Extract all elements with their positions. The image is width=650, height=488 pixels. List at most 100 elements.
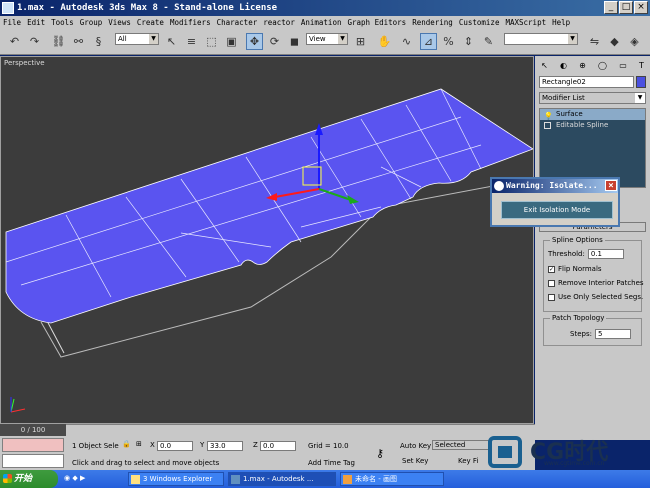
taskbar: 开始 ◉ ◆ ▶ 3 Windows Explorer 1.max - Auto… bbox=[0, 470, 650, 488]
menu-group[interactable]: Group bbox=[80, 18, 103, 27]
time-slider[interactable]: 0 / 100 bbox=[0, 424, 66, 436]
task-windows-explorer[interactable]: 3 Windows Explorer bbox=[128, 472, 224, 486]
title-bar: 1.max - Autodesk 3ds Max 8 - Stand-alone… bbox=[0, 0, 650, 16]
task-3dsmax[interactable]: 1.max - Autodesk ... bbox=[228, 472, 336, 486]
mirror-icon[interactable]: ⇋ bbox=[586, 33, 603, 50]
spinner-snap-icon[interactable]: ⇕ bbox=[460, 33, 477, 50]
menu-edit[interactable]: Edit bbox=[27, 18, 45, 27]
x-coordinate-field[interactable]: 0.0 bbox=[157, 441, 193, 451]
z-coordinate-field[interactable]: 0.0 bbox=[260, 441, 296, 451]
lightbulb-icon: 💡 bbox=[544, 112, 553, 120]
folder-icon bbox=[131, 475, 140, 484]
create-tab-icon[interactable]: ↖ bbox=[541, 61, 548, 70]
stack-item-editable-spline[interactable]: Editable Spline bbox=[540, 120, 645, 131]
menu-file[interactable]: File bbox=[3, 18, 21, 27]
layer-manager-icon[interactable]: ◈ bbox=[626, 33, 643, 50]
window-crossing-icon[interactable]: ▣ bbox=[223, 33, 240, 50]
close-button[interactable]: × bbox=[634, 1, 648, 14]
named-selection-icon[interactable]: ✎ bbox=[480, 33, 497, 50]
viewport-canvas bbox=[5, 88, 533, 413]
select-object-icon[interactable]: ↖ bbox=[163, 33, 180, 50]
menu-tools[interactable]: Tools bbox=[51, 18, 74, 27]
y-label: Y bbox=[200, 441, 205, 449]
add-time-tag-button[interactable]: Add Time Tag bbox=[308, 459, 355, 467]
select-link-icon[interactable]: ⛓ bbox=[50, 33, 67, 50]
app-icon bbox=[494, 181, 504, 191]
perspective-viewport[interactable]: Perspective bbox=[0, 56, 534, 424]
maximize-button[interactable]: □ bbox=[619, 1, 633, 14]
viewport-label[interactable]: Perspective bbox=[4, 59, 45, 67]
lock-icon[interactable]: 🔒 bbox=[122, 440, 131, 448]
menu-create[interactable]: Create bbox=[137, 18, 164, 27]
display-tab-icon[interactable]: ▭ bbox=[619, 61, 627, 70]
remove-interior-checkbox[interactable] bbox=[548, 279, 555, 287]
window-title: 1.max - Autodesk 3ds Max 8 - Stand-alone… bbox=[17, 3, 278, 13]
undo-icon[interactable]: ↶ bbox=[6, 33, 23, 50]
menu-rendering[interactable]: Rendering bbox=[412, 18, 453, 27]
minimize-button[interactable]: _ bbox=[604, 1, 618, 14]
menu-help[interactable]: Help bbox=[552, 18, 570, 27]
menu-modifiers[interactable]: Modifiers bbox=[170, 18, 211, 27]
move-icon[interactable]: ✥ bbox=[246, 33, 263, 50]
modifier-stack[interactable]: 💡 Surface Editable Spline bbox=[539, 108, 646, 188]
absolute-mode-icon[interactable]: ⊞ bbox=[136, 440, 142, 448]
motion-tab-icon[interactable]: ◯ bbox=[598, 61, 607, 70]
maxscript-listener-pink[interactable] bbox=[2, 438, 64, 452]
object-color-swatch[interactable] bbox=[636, 76, 646, 88]
snap-toggle-icon[interactable]: ∿ bbox=[398, 33, 415, 50]
menu-views[interactable]: Views bbox=[108, 18, 131, 27]
reference-coordinate-dropdown[interactable]: View ▼ bbox=[306, 33, 348, 45]
named-selection-sets-dropdown[interactable]: ▼ bbox=[504, 33, 578, 45]
app-icon bbox=[2, 2, 14, 14]
utilities-tab-icon[interactable]: T bbox=[639, 61, 644, 70]
object-name-field[interactable]: Rectangle02 bbox=[539, 76, 634, 88]
watermark: CG时代 www.cgtime.com.cn bbox=[482, 432, 650, 472]
rectangular-region-icon[interactable]: ⬚ bbox=[203, 33, 220, 50]
modify-tab-icon[interactable]: ◐ bbox=[560, 61, 567, 70]
expand-box-icon[interactable] bbox=[544, 122, 551, 129]
manipulate-icon[interactable]: ✋ bbox=[376, 33, 393, 50]
menu-customize[interactable]: Customize bbox=[459, 18, 500, 27]
y-coordinate-field[interactable]: 33.0 bbox=[207, 441, 243, 451]
surface-mesh bbox=[5, 88, 533, 324]
scale-icon[interactable]: ◼ bbox=[286, 33, 303, 50]
auto-key-button[interactable]: Auto Key bbox=[400, 442, 431, 450]
key-filters-button[interactable]: Key Fi bbox=[458, 457, 478, 465]
unlink-icon[interactable]: ⚯ bbox=[70, 33, 87, 50]
exit-isolation-mode-button[interactable]: Exit Isolation Mode bbox=[501, 201, 613, 219]
maxscript-listener-white[interactable] bbox=[2, 454, 64, 468]
menu-character[interactable]: Character bbox=[217, 18, 258, 27]
selection-filter-dropdown[interactable]: All ▼ bbox=[115, 33, 159, 45]
start-button[interactable]: 开始 bbox=[0, 470, 58, 488]
select-by-name-icon[interactable]: ≡ bbox=[183, 33, 200, 50]
task-paint[interactable]: 未命名 - 画图 bbox=[340, 472, 444, 486]
stack-item-surface[interactable]: 💡 Surface bbox=[540, 109, 645, 120]
use-only-selected-checkbox[interactable] bbox=[548, 293, 555, 301]
angle-snap-icon[interactable]: ⊿ bbox=[420, 33, 437, 50]
paint-icon bbox=[343, 475, 352, 484]
dialog-close-button[interactable]: × bbox=[605, 180, 617, 191]
pivot-center-icon[interactable]: ⊞ bbox=[352, 33, 369, 50]
align-icon[interactable]: ◆ bbox=[606, 33, 623, 50]
set-key-button[interactable]: Set Key bbox=[402, 457, 428, 465]
spline-options-group: Spline Options Threshold: 0.1 ✓ Flip Nor… bbox=[543, 236, 644, 312]
menu-reactor[interactable]: reactor bbox=[263, 18, 295, 27]
rotate-icon[interactable]: ⟳ bbox=[266, 33, 283, 50]
menu-animation[interactable]: Animation bbox=[301, 18, 342, 27]
x-label: X bbox=[150, 441, 155, 449]
bind-spacewarp-icon[interactable]: § bbox=[90, 33, 107, 50]
menu-graph-editors[interactable]: Graph Editors bbox=[347, 18, 406, 27]
prompt-line: Click and drag to select and move object… bbox=[72, 459, 220, 467]
flip-normals-checkbox[interactable]: ✓ bbox=[548, 265, 555, 273]
dialog-title: Warning: Isolate... bbox=[506, 181, 598, 190]
percent-snap-icon[interactable]: % bbox=[440, 33, 457, 50]
key-icon[interactable]: ⚷ bbox=[376, 447, 384, 460]
hierarchy-tab-icon[interactable]: ⊕ bbox=[579, 61, 586, 70]
quicklaunch-icons[interactable]: ◉ ◆ ▶ bbox=[64, 474, 85, 482]
steps-spinner[interactable]: 5 bbox=[594, 329, 631, 339]
threshold-spinner[interactable]: 0.1 bbox=[587, 249, 624, 259]
menu-maxscript[interactable]: MAXScript bbox=[505, 18, 546, 27]
chevron-down-icon: ▼ bbox=[338, 34, 347, 44]
modifier-list-dropdown[interactable]: Modifier List ▼ bbox=[539, 92, 646, 104]
redo-icon[interactable]: ↷ bbox=[26, 33, 43, 50]
